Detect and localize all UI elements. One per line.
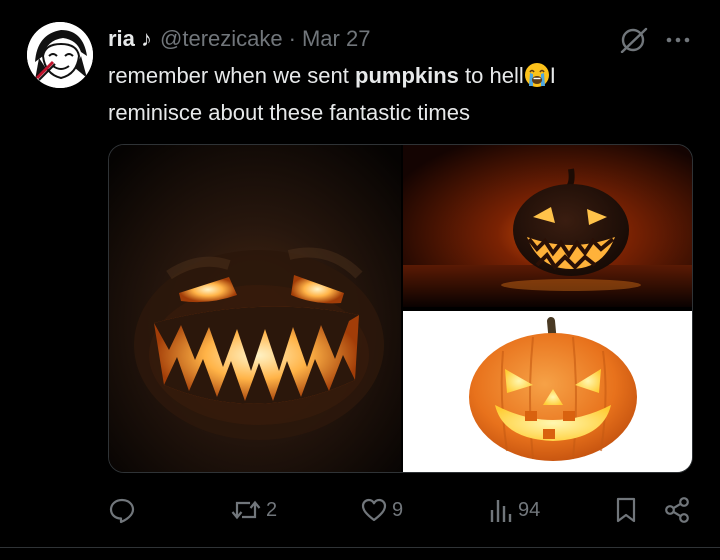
- tweet-text-line2: reminisce about these fantastic times: [108, 100, 470, 125]
- repost-icon: [231, 500, 261, 520]
- grok-icon[interactable]: [619, 27, 649, 53]
- bookmark-icon: [616, 497, 636, 523]
- anime-avatar-icon: [27, 22, 93, 88]
- views-button[interactable]: 94: [488, 494, 540, 526]
- tweet-text: remember when we sent pumpkins to hell Ir…: [108, 60, 668, 129]
- views-icon: [490, 500, 512, 522]
- view-count: 94: [518, 498, 541, 521]
- media-jack-o-lantern-white-background[interactable]: [403, 311, 692, 472]
- media-grid[interactable]: [108, 144, 693, 473]
- heart-icon: [361, 498, 387, 522]
- share-icon: [665, 497, 689, 523]
- media-smoky-jack-o-lantern[interactable]: [109, 145, 401, 472]
- action-bar: 2 9 94: [108, 494, 693, 526]
- share-button[interactable]: [663, 494, 691, 526]
- repost-button[interactable]: 2: [230, 494, 277, 526]
- like-button[interactable]: 9: [360, 494, 403, 526]
- loudly-crying-face-icon: [524, 62, 550, 97]
- tweet-text-middle: to hell: [458, 63, 524, 88]
- user-handle[interactable]: @terezicake: [160, 26, 283, 52]
- display-name[interactable]: ria ♪: [108, 26, 152, 52]
- separator-dot: ·: [288, 26, 296, 51]
- avatar[interactable]: [27, 22, 93, 88]
- tweet-header: ria ♪ @terezicake · Mar 27: [108, 26, 370, 52]
- repost-count: 2: [266, 498, 278, 521]
- tweet-date[interactable]: Mar 27: [302, 26, 370, 52]
- reply-button[interactable]: [108, 494, 140, 526]
- tweet[interactable]: ria ♪ @terezicake · Mar 27 remember when…: [0, 0, 720, 560]
- media-jack-o-lantern-dark[interactable]: [403, 145, 692, 307]
- like-count: 9: [392, 498, 404, 521]
- reply-icon: [109, 498, 135, 524]
- more-icon[interactable]: [665, 36, 691, 44]
- divider: [0, 547, 720, 548]
- tweet-text-bold: pumpkins: [355, 63, 459, 88]
- tweet-text-start: remember when we sent: [108, 63, 355, 88]
- tweet-text-end: I: [549, 63, 556, 88]
- bookmark-button[interactable]: [613, 494, 639, 526]
